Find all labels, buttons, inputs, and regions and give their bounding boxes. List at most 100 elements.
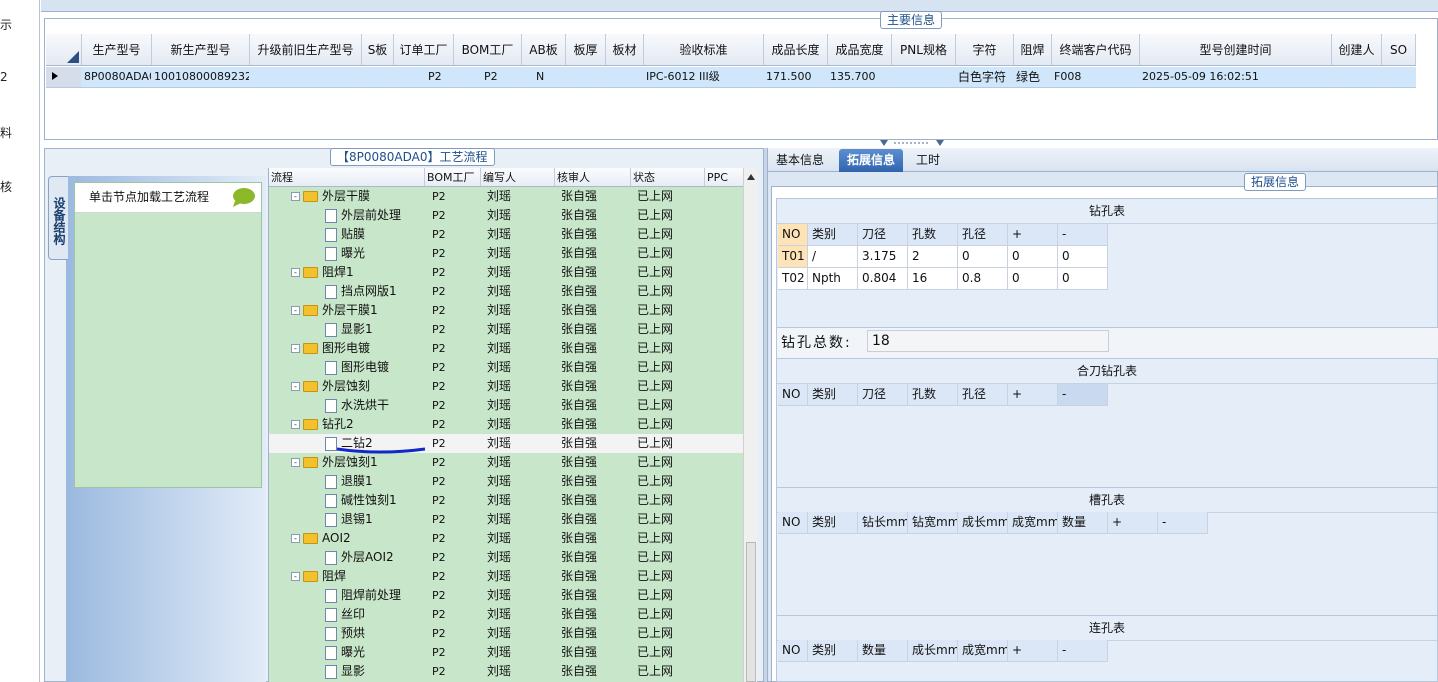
th[interactable]: 成宽mm xyxy=(1008,512,1058,534)
writer-cell[interactable]: 刘瑶 xyxy=(481,567,555,586)
status-cell[interactable]: 已上网 xyxy=(631,643,705,662)
bom-factory-cell[interactable]: P2 xyxy=(425,453,481,472)
tree-row[interactable]: 曝光 P2 刘瑶 张自强 已上网 xyxy=(269,643,743,662)
left-edge-label-3[interactable]: 料 xyxy=(0,124,12,141)
tree-row[interactable]: - 外层蚀刻1 P2 刘瑶 张自强 已上网 xyxy=(269,453,743,472)
tree-node-cell[interactable]: - 外层干膜 xyxy=(269,187,425,206)
writer-cell[interactable]: 刘瑶 xyxy=(481,510,555,529)
reviewer-cell[interactable]: 张自强 xyxy=(555,510,631,529)
scroll-thumb[interactable] xyxy=(746,542,756,682)
col-header[interactable]: 板材 xyxy=(606,34,644,65)
status-cell[interactable]: 已上网 xyxy=(631,377,705,396)
status-cell[interactable]: 已上网 xyxy=(631,529,705,548)
tree-node-cell[interactable]: - 外层蚀刻1 xyxy=(269,453,425,472)
cell[interactable]: P2 xyxy=(394,67,454,87)
th[interactable]: - xyxy=(1058,384,1108,406)
cell[interactable]: IPC-6012 III级 xyxy=(644,67,764,87)
tree-row[interactable]: 外层前处理 P2 刘瑶 张自强 已上网 xyxy=(269,206,743,225)
collapse-toggle-icon[interactable]: - xyxy=(291,572,300,581)
reviewer-cell[interactable]: 张自强 xyxy=(555,434,631,453)
drill-row[interactable]: T02 Npth 0.804 16 0.8 0 0 xyxy=(778,268,1108,290)
tree-node-cell[interactable]: - AOI2 xyxy=(269,529,425,548)
th[interactable]: 刀径 xyxy=(858,224,908,246)
tree-row[interactable]: 碱性蚀刻1 P2 刘瑶 张自强 已上网 xyxy=(269,491,743,510)
row-indicator[interactable] xyxy=(46,67,82,87)
ppc-cell[interactable] xyxy=(705,282,743,301)
col-header[interactable]: 阻焊 xyxy=(1014,34,1052,65)
reviewer-cell[interactable]: 张自强 xyxy=(555,320,631,339)
writer-cell[interactable]: 刘瑶 xyxy=(481,472,555,491)
td[interactable]: T01 xyxy=(778,246,808,268)
tree-node-cell[interactable]: 显影 xyxy=(269,662,425,681)
th[interactable]: 钻宽mm xyxy=(908,512,958,534)
tree-row[interactable]: 显影 P2 刘瑶 张自强 已上网 xyxy=(269,662,743,681)
bom-factory-cell[interactable]: P2 xyxy=(425,643,481,662)
col-header[interactable]: 板厚 xyxy=(566,34,606,65)
reviewer-cell[interactable]: 张自强 xyxy=(555,244,631,263)
ppc-cell[interactable] xyxy=(705,472,743,491)
col-header[interactable]: 升级前旧生产型号 xyxy=(250,34,362,65)
bom-factory-cell[interactable]: P2 xyxy=(425,472,481,491)
left-edge-label-2[interactable]: 2 xyxy=(0,70,8,84)
ppc-cell[interactable] xyxy=(705,244,743,263)
th[interactable]: NO xyxy=(778,512,808,534)
reviewer-cell[interactable]: 张自强 xyxy=(555,586,631,605)
reviewer-cell[interactable]: 张自强 xyxy=(555,358,631,377)
cell[interactable]: 135.700 xyxy=(828,67,892,87)
ppc-cell[interactable] xyxy=(705,263,743,282)
tree-node-cell[interactable]: - 阻焊 xyxy=(269,567,425,586)
th[interactable]: 钻长mm xyxy=(858,512,908,534)
tree-row[interactable]: 阻焊前处理 P2 刘瑶 张自强 已上网 xyxy=(269,586,743,605)
th[interactable]: 孔数 xyxy=(908,384,958,406)
th[interactable]: 刀径 xyxy=(858,384,908,406)
ppc-cell[interactable] xyxy=(705,605,743,624)
tab-work-hours[interactable]: 工时 xyxy=(908,149,948,172)
bom-factory-cell[interactable]: P2 xyxy=(425,396,481,415)
bom-factory-cell[interactable]: P2 xyxy=(425,567,481,586)
col-header[interactable]: 字符 xyxy=(956,34,1014,65)
writer-cell[interactable]: 刘瑶 xyxy=(481,624,555,643)
tree-row[interactable]: - 钻孔2 P2 刘瑶 张自强 已上网 xyxy=(269,415,743,434)
writer-cell[interactable]: 刘瑶 xyxy=(481,225,555,244)
td[interactable]: 3.175 xyxy=(858,246,908,268)
td[interactable]: Npth xyxy=(808,268,858,290)
ppc-cell[interactable] xyxy=(705,567,743,586)
th[interactable]: + xyxy=(1008,224,1058,246)
tab-extended-info[interactable]: 拓展信息 xyxy=(839,149,904,172)
writer-cell[interactable]: 刘瑶 xyxy=(481,244,555,263)
status-cell[interactable]: 已上网 xyxy=(631,491,705,510)
th[interactable]: - xyxy=(1058,640,1108,662)
writer-cell[interactable]: 刘瑶 xyxy=(481,529,555,548)
reviewer-cell[interactable]: 张自强 xyxy=(555,529,631,548)
th[interactable]: 成长mm xyxy=(908,640,958,662)
ppc-cell[interactable] xyxy=(705,662,743,681)
cell[interactable] xyxy=(892,67,956,87)
tree-node-cell[interactable]: 外层AOI2 xyxy=(269,548,425,567)
bom-factory-cell[interactable]: P2 xyxy=(425,415,481,434)
tree-row[interactable]: 预烘 P2 刘瑶 张自强 已上网 xyxy=(269,624,743,643)
bom-factory-cell[interactable]: P2 xyxy=(425,434,481,453)
reviewer-cell[interactable]: 张自强 xyxy=(555,472,631,491)
bom-factory-cell[interactable]: P2 xyxy=(425,662,481,681)
tab-basic-info[interactable]: 基本信息 xyxy=(768,149,832,172)
tree-node-cell[interactable]: 退膜1 xyxy=(269,472,425,491)
reviewer-cell[interactable]: 张自强 xyxy=(555,263,631,282)
cell[interactable] xyxy=(362,67,394,87)
th[interactable]: - xyxy=(1058,224,1108,246)
tree-node-cell[interactable]: 水洗烘干 xyxy=(269,396,425,415)
status-cell[interactable]: 已上网 xyxy=(631,510,705,529)
process-tree-grid[interactable]: 流程 BOM工厂 编写人 核审人 状态 PPC - 外层干膜 P2 刘瑶 张自强 已上网外… xyxy=(268,168,743,682)
tree-row[interactable]: 曝光 P2 刘瑶 张自强 已上网 xyxy=(269,244,743,263)
th[interactable]: NO xyxy=(778,640,808,662)
status-cell[interactable]: 已上网 xyxy=(631,586,705,605)
cell[interactable]: 2025-05-09 16:02:51 xyxy=(1140,67,1332,87)
tree-node-cell[interactable]: 阻焊前处理 xyxy=(269,586,425,605)
bom-factory-cell[interactable]: P2 xyxy=(425,301,481,320)
cell[interactable] xyxy=(250,67,362,87)
tree-node-cell[interactable]: 图形电镀 xyxy=(269,358,425,377)
drill-row[interactable]: T01 / 3.175 2 0 0 0 xyxy=(778,246,1108,268)
reviewer-cell[interactable]: 张自强 xyxy=(555,339,631,358)
bom-factory-cell[interactable]: P2 xyxy=(425,491,481,510)
bom-factory-cell[interactable]: P2 xyxy=(425,187,481,206)
tree-node-cell[interactable]: 丝印 xyxy=(269,605,425,624)
